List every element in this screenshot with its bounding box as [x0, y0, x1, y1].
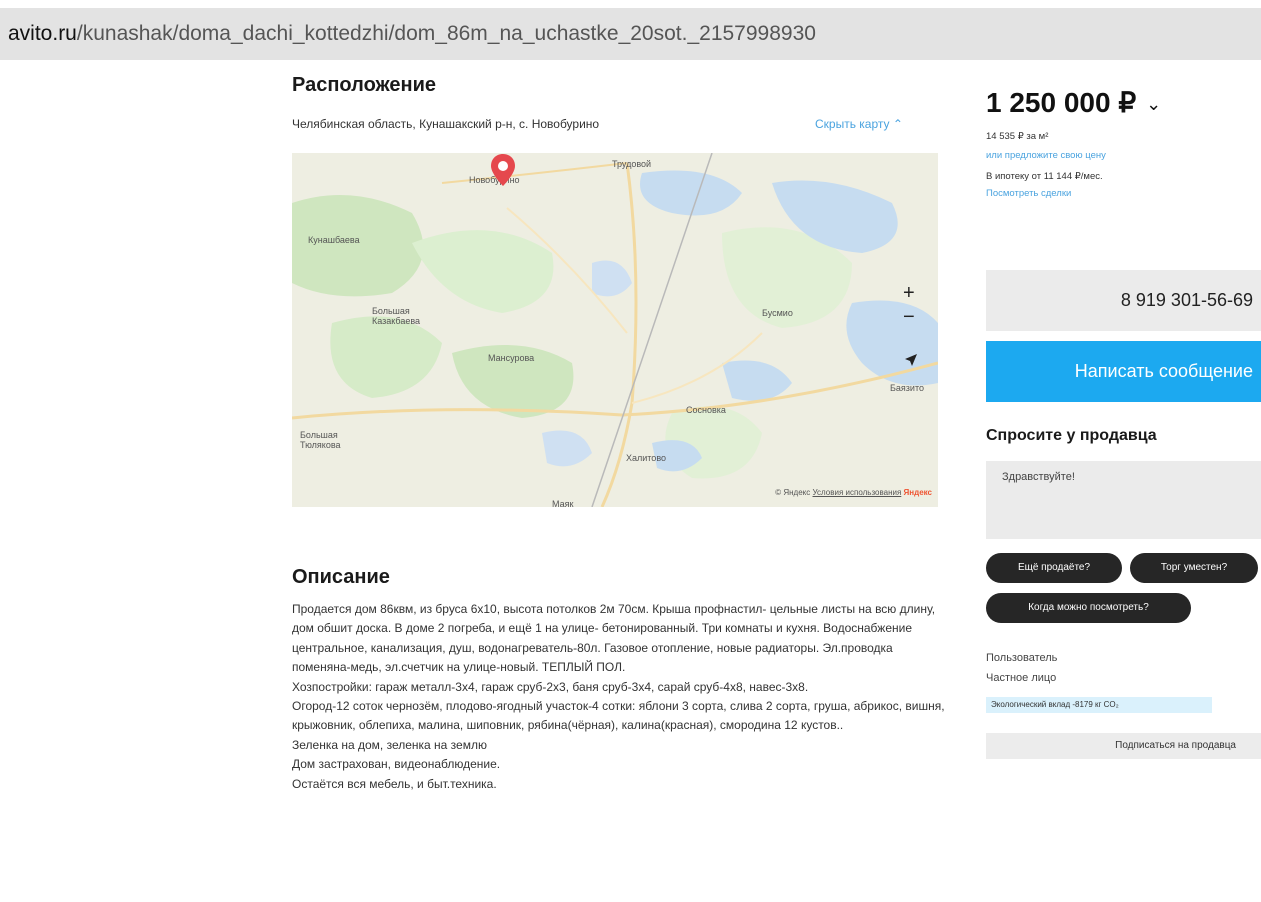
price-per-m2: 14 535 ₽ за м²: [986, 131, 1049, 142]
description-paragraph: Хозпостройки: гараж металл-3х4, гараж ср…: [292, 679, 809, 694]
hide-map-label: Скрыть карту: [815, 117, 890, 131]
zoom-in-button[interactable]: +: [903, 283, 915, 303]
location-address: Челябинская область, Кунашакский р-н, с.…: [292, 117, 600, 131]
ask-seller-heading: Спросите у продавца: [986, 427, 1157, 444]
description-paragraph: Зеленка на дом, зеленка на землю: [292, 737, 487, 752]
map-label: Мансурова: [488, 353, 535, 363]
seller-name[interactable]: Пользователь: [986, 652, 1057, 664]
description-paragraph: Остаётся вся мебель, и быт.техника.: [292, 776, 497, 791]
map-label: Кунашбаева: [308, 235, 360, 245]
quick-question-chip[interactable]: Когда можно посмотреть?: [986, 593, 1191, 623]
quick-question-chip[interactable]: Ещё продаёте?: [986, 553, 1122, 583]
url-domain: avito.ru: [8, 22, 77, 45]
map-label: Маяк: [552, 499, 574, 507]
description-paragraph: Огород-12 соток чернозём, плодово-ягодны…: [292, 699, 945, 733]
hide-map-link[interactable]: Скрыть карту ⌃: [815, 117, 903, 131]
quick-question-chip[interactable]: Торг уместен?: [1130, 553, 1258, 583]
subscribe-seller-button[interactable]: Подписаться на продавца: [986, 733, 1261, 759]
map-terms-link[interactable]: Условия использования: [813, 488, 902, 497]
offers-link[interactable]: Посмотреть сделки: [986, 188, 1071, 199]
show-phone-button[interactable]: 8 919 301-56-69: [986, 270, 1261, 331]
address-bar[interactable]: avito.ru/kunashak/doma_dachi_kottedzhi/d…: [0, 8, 1261, 60]
yandex-logo: Яндекс: [903, 488, 932, 497]
map-label: Баязито: [890, 383, 924, 393]
description-paragraph: Дом застрахован, видеонаблюдение.: [292, 757, 501, 772]
eco-contribution-badge: Экологический вклад -8179 кг CO₂: [986, 697, 1212, 713]
chevron-up-icon: ⌃: [892, 117, 903, 131]
map-label: Большая Тюлякова: [300, 430, 341, 450]
description-paragraph: Продается дом 86квм, из бруса 6х10, высо…: [292, 602, 936, 675]
map-label: Халитово: [626, 453, 666, 463]
zoom-out-button[interactable]: −: [903, 307, 915, 327]
write-message-button[interactable]: Написать сообщение: [986, 341, 1261, 402]
price: 1 250 000 ₽ ⌄: [986, 86, 1161, 119]
map-terrain: [292, 153, 938, 507]
url-path: /kunashak/doma_dachi_kottedzhi/dom_86m_n…: [76, 22, 816, 45]
mortgage-text: В ипотеку от 11 144 ₽/мес.: [986, 171, 1103, 182]
description-text: Продается дом 86квм, из бруса 6х10, высо…: [292, 600, 952, 794]
map-copyright: © Яндекс: [775, 488, 811, 497]
map-label: Трудовой: [612, 159, 652, 169]
map-label: Бусмио: [762, 308, 793, 318]
chevron-down-icon[interactable]: ⌄: [1146, 94, 1161, 114]
price-value: 1 250 000 ₽: [986, 87, 1137, 118]
ask-seller-input[interactable]: Здравствуйте!: [986, 461, 1261, 539]
description-heading: Описание: [292, 566, 390, 588]
map-label: Большая Казакбаева: [372, 306, 421, 326]
map-label: Сосновка: [686, 405, 726, 415]
map[interactable]: Новобурино Трудовой Кунашбаева Большая К…: [292, 153, 938, 507]
map-attribution: © Яндекс Условия использования Яндекс: [775, 488, 932, 497]
offer-price-link[interactable]: или предложите свою цену: [986, 150, 1106, 161]
location-heading: Расположение: [292, 74, 437, 96]
seller-type: Частное лицо: [986, 672, 1057, 684]
